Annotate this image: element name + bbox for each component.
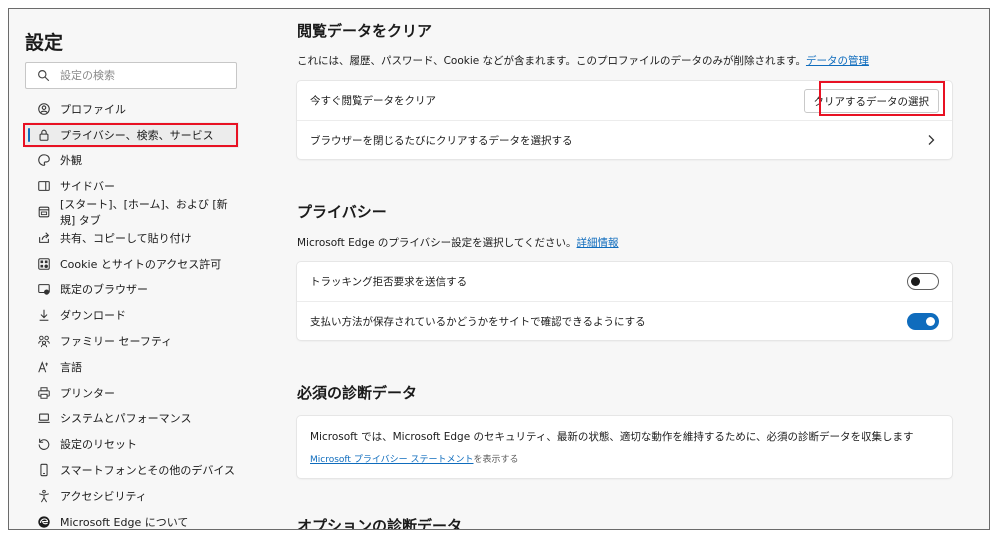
- sidebar-item-family[interactable]: ファミリー セーフティ: [25, 328, 239, 354]
- sidebar-item-label: プライバシー、検索、サービス: [60, 128, 214, 142]
- diagnostics-text: Microsoft では、Microsoft Edge のセキュリティ、最新の状…: [310, 431, 914, 443]
- sidebar-item-label: 設定のリセット: [60, 438, 137, 452]
- tracking-row: トラッキング拒否要求を送信する: [297, 262, 952, 301]
- sidebar-item-label: ダウンロード: [60, 309, 126, 323]
- language-icon: [37, 360, 51, 374]
- privacy-statement-link[interactable]: Microsoft プライバシー ステートメント: [310, 455, 474, 465]
- clear-on-close-row[interactable]: ブラウザーを閉じるたびにクリアするデータを選択する: [297, 120, 952, 159]
- phone-icon: [37, 463, 51, 477]
- sidebar-item-accessibility[interactable]: アクセシビリティ: [25, 483, 239, 509]
- sidebar-item-appearance[interactable]: 外観: [25, 148, 239, 174]
- profile-icon: [37, 102, 51, 116]
- system-icon: [37, 411, 51, 425]
- clear-data-title: 閲覧データをクリア: [297, 22, 433, 40]
- search-input[interactable]: [60, 69, 230, 82]
- sidebar-item-label: 外観: [60, 154, 82, 168]
- main-content: 閲覧データをクリア これには、履歴、パスワード、Cookie などが含まれます。…: [257, 9, 989, 529]
- settings-window: 設定 プロファイル プライバシー、検索、サービス 外観 サイドバー: [8, 8, 990, 530]
- payment-label: 支払い方法が保存されているかどうかをサイトで確認できるようにする: [310, 315, 646, 328]
- accessibility-icon: [37, 489, 51, 503]
- appearance-icon: [37, 153, 51, 167]
- sidebar-icon: [37, 179, 51, 193]
- family-icon: [37, 334, 51, 348]
- download-icon: [37, 308, 51, 322]
- sidebar-item-start-home[interactable]: [スタート]、[ホーム]、および [新規] タブ: [25, 198, 239, 228]
- diagnostics-card: Microsoft では、Microsoft Edge のセキュリティ、最新の状…: [297, 416, 952, 478]
- settings-title: 設定: [25, 32, 64, 54]
- sidebar: 設定 プロファイル プライバシー、検索、サービス 外観 サイドバー: [9, 9, 257, 529]
- sidebar-item-cookies[interactable]: Cookie とサイトのアクセス許可: [25, 251, 239, 277]
- sidebar-item-profile[interactable]: プロファイル: [25, 96, 239, 122]
- sidebar-item-label: 言語: [60, 360, 82, 374]
- sidebar-item-reset[interactable]: 設定のリセット: [25, 431, 239, 457]
- sidebar-item-downloads[interactable]: ダウンロード: [25, 302, 239, 328]
- sidebar-item-about[interactable]: Microsoft Edge について: [25, 509, 239, 529]
- clear-data-card: 今すぐ閲覧データをクリア クリアするデータの選択 ブラウザーを閉じるたびにクリア…: [297, 81, 952, 159]
- clear-now-row: 今すぐ閲覧データをクリア クリアするデータの選択: [297, 81, 952, 120]
- payment-row: 支払い方法が保存されているかどうかをサイトで確認できるようにする: [297, 301, 952, 340]
- search-icon: [38, 70, 50, 82]
- sidebar-item-privacy[interactable]: プライバシー、検索、サービス: [25, 121, 239, 148]
- sidebar-item-label: [スタート]、[ホーム]、および [新規] タブ: [60, 198, 228, 228]
- sidebar-item-system[interactable]: システムとパフォーマンス: [25, 406, 239, 432]
- sidebar-item-label: プロファイル: [60, 102, 126, 116]
- payment-toggle[interactable]: [907, 313, 939, 330]
- clear-on-close-label: ブラウザーを閉じるたびにクリアするデータを選択する: [310, 134, 573, 147]
- optional-diagnostics-title: オプションの診断データ: [297, 517, 463, 529]
- sidebar-item-label: ファミリー セーフティ: [60, 335, 173, 349]
- tracking-label: トラッキング拒否要求を送信する: [310, 276, 468, 288]
- details-link[interactable]: 詳細情報: [577, 237, 619, 249]
- sidebar-item-default-browser[interactable]: 既定のブラウザー: [25, 277, 239, 303]
- choose-data-button[interactable]: クリアするデータの選択: [803, 89, 939, 113]
- start-home-icon: [37, 205, 51, 219]
- lock-icon: [37, 128, 51, 142]
- chevron-right-icon: [928, 135, 935, 145]
- tracking-toggle[interactable]: [907, 273, 939, 290]
- sidebar-item-label: 共有、コピーして貼り付け: [60, 231, 192, 245]
- reset-icon: [37, 437, 51, 451]
- sidebar-item-label: Cookie とサイトのアクセス許可: [60, 257, 222, 271]
- clear-now-label: 今すぐ閲覧データをクリア: [310, 95, 436, 107]
- sidebar-item-label: システムとパフォーマンス: [60, 412, 192, 426]
- privacy-description: Microsoft Edge のプライバシー設定を選択してください。詳細情報: [297, 237, 619, 249]
- sidebar-item-label: 既定のブラウザー: [60, 283, 148, 297]
- share-icon: [37, 231, 51, 245]
- sidebar-item-printers[interactable]: プリンター: [25, 380, 239, 406]
- diagnostics-link-line: Microsoft プライバシー ステートメントを表示する: [310, 455, 519, 465]
- manage-data-link[interactable]: データの管理: [806, 55, 869, 67]
- default-browser-icon: [37, 282, 51, 296]
- search-box[interactable]: [25, 62, 237, 89]
- toggle-knob: [926, 317, 935, 326]
- privacy-title: プライバシー: [297, 203, 387, 221]
- cookie-permissions-icon: [37, 257, 51, 271]
- toggle-knob: [911, 277, 920, 286]
- sidebar-item-label: アクセシビリティ: [60, 489, 147, 503]
- clear-data-description: これには、履歴、パスワード、Cookie などが含まれます。このプロファイルのデ…: [297, 55, 869, 67]
- privacy-card: トラッキング拒否要求を送信する 支払い方法が保存されているかどうかをサイトで確認…: [297, 262, 952, 340]
- sidebar-item-label: Microsoft Edge について: [60, 515, 189, 529]
- sidebar-item-label: プリンター: [60, 386, 115, 400]
- sidebar-item-language[interactable]: 言語: [25, 354, 239, 380]
- printer-icon: [37, 386, 51, 400]
- edge-icon: [37, 515, 51, 529]
- sidebar-item-share[interactable]: 共有、コピーして貼り付け: [25, 225, 239, 251]
- sidebar-item-label: サイドバー: [60, 180, 115, 194]
- sidebar-nav: プロファイル プライバシー、検索、サービス 外観 サイドバー [スタート]、[ホ…: [25, 96, 239, 529]
- sidebar-item-label: スマートフォンとその他のデバイス: [60, 464, 236, 478]
- diagnostics-title: 必須の診断データ: [297, 384, 418, 402]
- sidebar-item-devices[interactable]: スマートフォンとその他のデバイス: [25, 457, 239, 483]
